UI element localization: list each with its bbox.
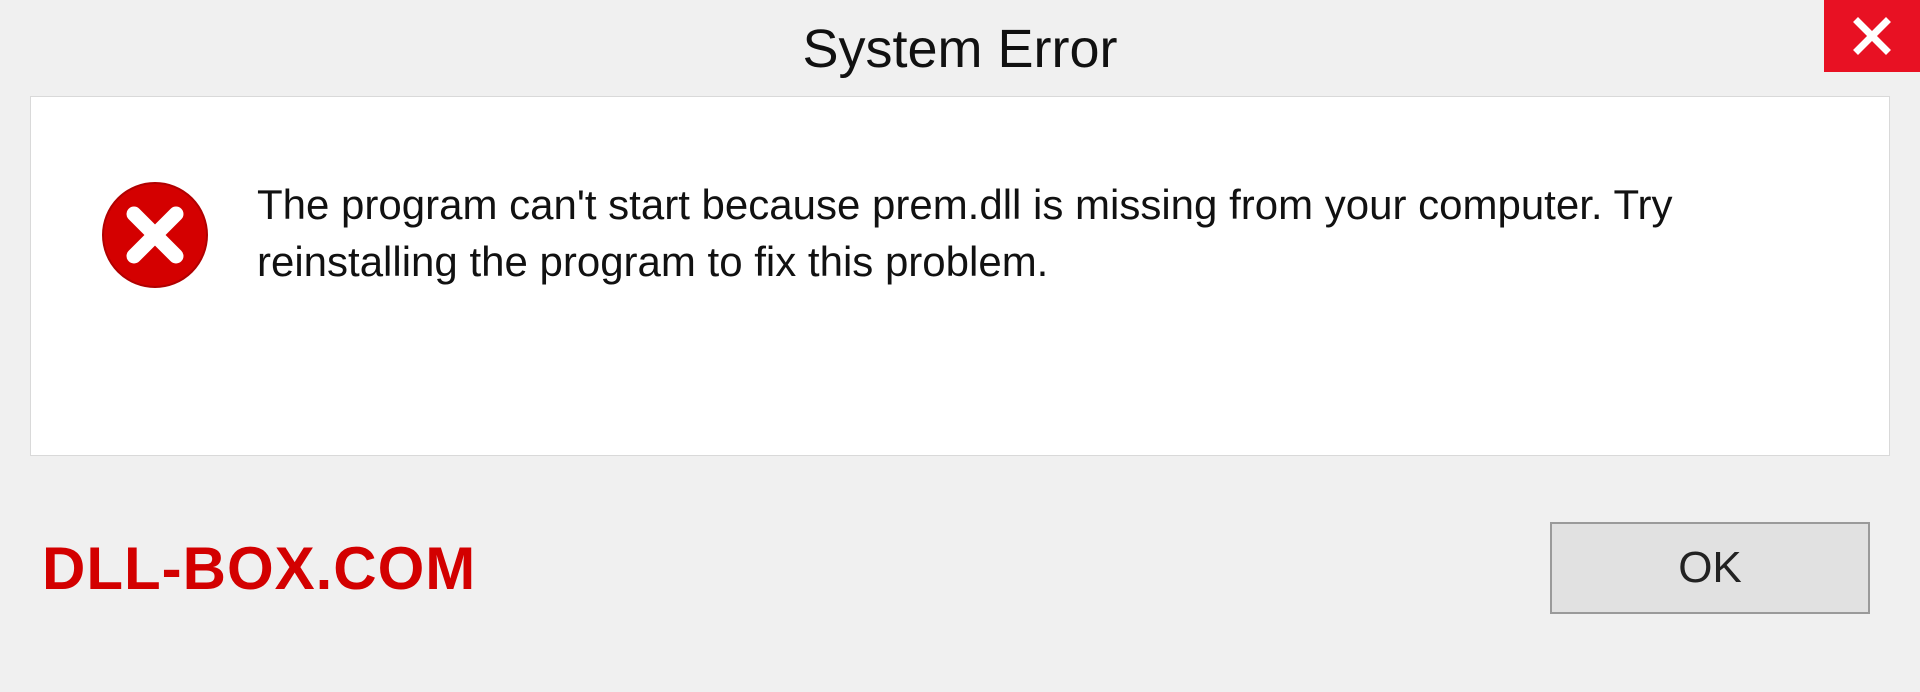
dialog-content: The program can't start because prem.dll…: [30, 96, 1890, 456]
dialog-title: System Error: [802, 18, 1117, 80]
ok-button[interactable]: OK: [1550, 522, 1870, 614]
watermark-text: DLL-BOX.COM: [42, 534, 476, 603]
error-message: The program can't start because prem.dll…: [257, 177, 1829, 290]
error-icon: [101, 181, 209, 289]
close-button[interactable]: [1824, 0, 1920, 72]
close-icon: [1852, 16, 1892, 56]
ok-button-label: OK: [1678, 543, 1742, 593]
titlebar: System Error: [0, 0, 1920, 92]
dialog-footer: DLL-BOX.COM OK: [30, 456, 1890, 676]
